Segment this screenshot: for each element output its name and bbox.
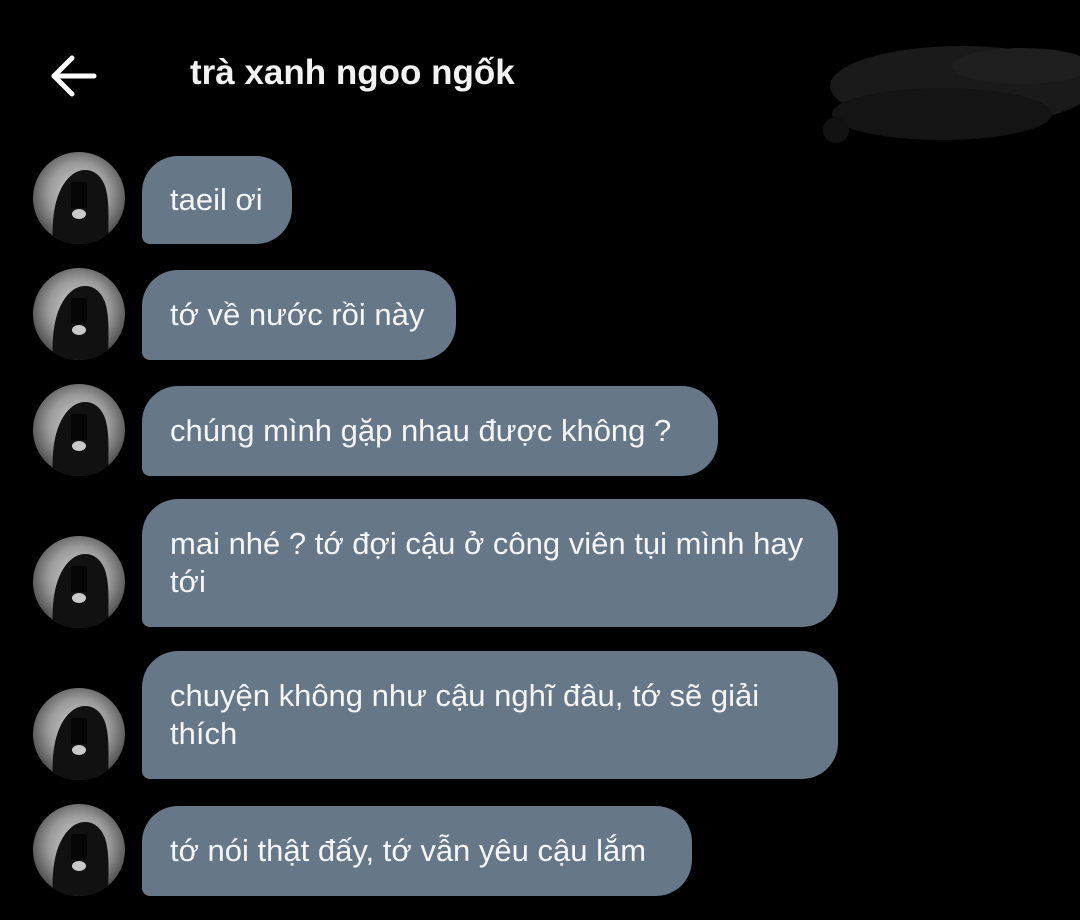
- avatar[interactable]: [33, 536, 125, 628]
- message-bubble[interactable]: chúng mình gặp nhau được không ?: [142, 386, 718, 476]
- message-list[interactable]: taeil ơi tớ về nước rồi này chúng mình g…: [0, 0, 1080, 920]
- avatar[interactable]: [33, 688, 125, 780]
- message-bubble[interactable]: mai nhé ? tớ đợi cậu ở công viên tụi mìn…: [142, 499, 838, 627]
- avatar[interactable]: [33, 804, 125, 896]
- message-bubble[interactable]: tớ nói thật đấy, tớ vẫn yêu cậu lắm: [142, 806, 692, 896]
- message-text: taeil ơi: [170, 182, 263, 217]
- message-text: tớ về nước rồi này: [170, 297, 425, 332]
- avatar[interactable]: [33, 268, 125, 360]
- message-text: chuyện không như cậu nghĩ đâu, tớ sẽ giả…: [170, 678, 760, 751]
- message-text: chúng mình gặp nhau được không ?: [170, 413, 672, 448]
- avatar[interactable]: [33, 152, 125, 244]
- message-text: tớ nói thật đấy, tớ vẫn yêu cậu lắm: [170, 833, 647, 868]
- message-bubble[interactable]: tớ về nước rồi này: [142, 270, 456, 360]
- message-text: mai nhé ? tớ đợi cậu ở công viên tụi mìn…: [170, 526, 804, 599]
- message-bubble[interactable]: chuyện không như cậu nghĩ đâu, tớ sẽ giả…: [142, 651, 838, 779]
- avatar[interactable]: [33, 384, 125, 476]
- message-bubble[interactable]: taeil ơi: [142, 156, 292, 244]
